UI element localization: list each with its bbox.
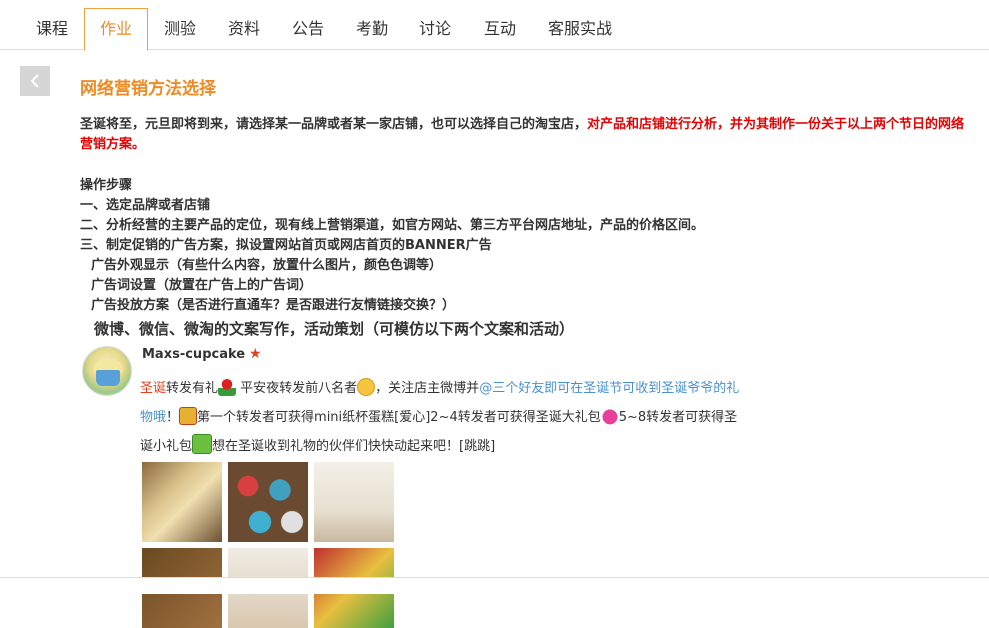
post-text: 平安夜转发前八名者: [236, 381, 358, 396]
avatar[interactable]: [82, 346, 132, 396]
weibo-post-text: 圣诞转发有礼 平安夜转发前八名者 ，关注店主微博并@三个好友即可在圣诞节可收到圣诞…: [140, 374, 750, 461]
intro-text: 圣诞将至，元旦即将到来，请选择某一品牌或者某一家店铺，也可以选择自己的淘宝店，: [80, 117, 588, 132]
step-sub-item: 广告外观显示（有些什么内容，放置什么图片，颜色色调等）: [91, 258, 443, 273]
step-item: 三、制定促销的广告方案，拟设置网站首页或网店首页的BANNER广告: [80, 238, 492, 253]
post-text: ，关注店主微博并: [375, 381, 480, 396]
step-item: 一、选定品牌或者店铺: [80, 198, 211, 213]
star-icon: ★: [249, 346, 262, 362]
tab-quiz[interactable]: 测验: [150, 8, 210, 50]
step-weibo-item: 微博、微信、微淘的文案写作，活动策划（可模仿以下两个文案和活动）: [94, 320, 575, 338]
tab-discussion[interactable]: 讨论: [405, 8, 465, 50]
post-text: ！: [166, 410, 180, 425]
post-text: 转发有礼: [166, 381, 219, 396]
post-photo[interactable]: [314, 462, 394, 542]
step-sub-item: 广告投放方案（是否进行直通车？是否跟进行友情链接交换？）: [91, 298, 456, 313]
rose-icon: [218, 378, 237, 396]
smile-icon: [357, 378, 376, 396]
page-title: 网络营销方法选择: [80, 79, 216, 99]
cupcake-base: [96, 370, 120, 386]
post-photo[interactable]: [228, 462, 308, 542]
tab-attendance[interactable]: 考勤: [342, 8, 402, 50]
gift-icon: [179, 407, 198, 425]
post-username[interactable]: Maxs-cupcake: [142, 347, 245, 362]
tab-interaction[interactable]: 互动: [470, 8, 530, 50]
operation-steps: 操作步骤 一、选定品牌或者店铺 二、分析经营的主要产品的定位，现有线上营销渠道，…: [80, 176, 704, 341]
tab-course[interactable]: 课程: [22, 8, 82, 50]
post-tag[interactable]: 圣诞: [140, 381, 166, 396]
back-button[interactable]: [20, 66, 50, 96]
post-text: 想在圣诞收到礼物的伙伴们快快动起来吧！[跳跳]: [212, 439, 496, 454]
course-tabs: 课程 作业 测验 资料 公告 考勤 讨论 互动 客服实战: [0, 0, 989, 51]
bottom-area: [0, 578, 989, 594]
heart-gift-icon: [600, 407, 619, 425]
assignment-intro: 圣诞将至，元旦即将到来，请选择某一品牌或者某一家店铺，也可以选择自己的淘宝店，对…: [80, 115, 970, 155]
post-photo[interactable]: [142, 462, 222, 542]
step-sub-item: 广告词设置（放置在广告上的广告词）: [91, 278, 313, 293]
post-text: 第一个转发者可获得mini纸杯蛋糕[爱心]2~4转发者可获得圣诞大礼包: [197, 410, 601, 425]
tab-customer-service[interactable]: 客服实战: [538, 8, 622, 50]
step-item: 二、分析经营的主要产品的定位，现有线上营销渠道，如官方网站、第三方平台网店地址，…: [80, 218, 705, 233]
tab-announcements[interactable]: 公告: [278, 8, 338, 50]
steps-heading: 操作步骤: [80, 178, 133, 193]
tab-materials[interactable]: 资料: [214, 8, 274, 50]
chevron-left-icon: [30, 74, 39, 88]
tab-homework[interactable]: 作业: [84, 8, 148, 51]
gift-box-icon: [192, 434, 213, 454]
